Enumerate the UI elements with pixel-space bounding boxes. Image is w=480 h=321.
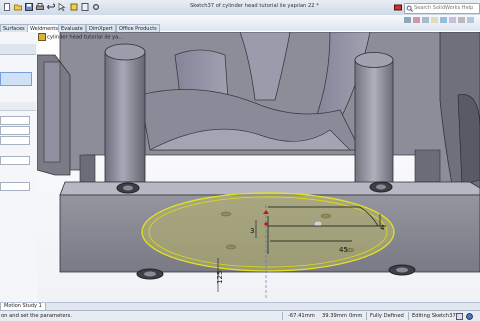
parameter-field-5[interactable] xyxy=(0,182,30,191)
panel-section-header[interactable] xyxy=(0,102,36,111)
search-help-field[interactable]: Search SolidWorks Help xyxy=(404,3,480,14)
search-placeholder: Search SolidWorks Help xyxy=(414,5,474,11)
feature-tree-flyout[interactable]: cylinder head tutorial ile ya... xyxy=(38,33,123,41)
file-properties-icon[interactable] xyxy=(81,3,89,11)
parameter-field-1[interactable] xyxy=(0,116,30,125)
view-toolbar-icons[interactable] xyxy=(404,16,476,24)
status-z-coordinate: 0mm xyxy=(349,313,363,319)
dimension-4: 4 xyxy=(380,224,385,232)
window-title: Sketch37 of cylinder head tutorial ile y… xyxy=(190,3,319,9)
parameter-field-4[interactable] xyxy=(0,156,30,165)
title-bar: Sketch37 of cylinder head tutorial ile y… xyxy=(0,0,480,16)
new-document-icon[interactable] xyxy=(3,3,11,11)
feature-tree-root[interactable]: cylinder head tutorial ile ya... xyxy=(47,35,123,41)
search-icon xyxy=(406,5,413,12)
status-separator xyxy=(366,312,367,320)
save-icon[interactable] xyxy=(25,3,33,11)
selection-box[interactable] xyxy=(0,72,32,86)
status-separator xyxy=(282,312,283,320)
parameter-field-2[interactable] xyxy=(0,126,30,135)
graphics-viewport[interactable]: 4 3 45 125 xyxy=(37,32,480,302)
part-icon xyxy=(38,33,46,41)
open-folder-icon[interactable] xyxy=(14,3,22,11)
rebuild-icon[interactable] xyxy=(70,3,78,11)
help-icon[interactable] xyxy=(466,313,473,320)
dimension-125: 125 xyxy=(216,271,224,284)
status-y-coordinate: 39.39mm xyxy=(322,313,347,319)
options-gear-icon[interactable] xyxy=(92,3,100,11)
command-tabs: Surfaces Weldments Evaluate DimXpert Off… xyxy=(0,24,160,33)
cylinder-head-model[interactable]: 4 3 45 125 xyxy=(37,32,480,302)
status-separator xyxy=(408,312,409,320)
select-arrow-icon[interactable] xyxy=(58,3,66,11)
property-manager-panel xyxy=(0,32,38,302)
dimension-45: 45 xyxy=(339,246,348,254)
rebuild-status-icon[interactable] xyxy=(456,313,463,320)
undo-icon[interactable] xyxy=(47,3,55,11)
status-sketch-state: Fully Defined xyxy=(370,313,404,319)
status-bar: on and set the parameters. -67.41mm 39.3… xyxy=(0,310,480,321)
print-icon[interactable] xyxy=(36,3,44,11)
toolbox-icon[interactable] xyxy=(394,3,402,11)
parameter-field-3[interactable] xyxy=(0,136,30,145)
status-editing: Editing Sketch37 xyxy=(412,313,456,319)
panel-header xyxy=(0,44,36,55)
dimension-3: 3 xyxy=(250,227,254,235)
status-x-coordinate: -67.41mm xyxy=(288,313,315,319)
status-prompt: on and set the parameters. xyxy=(1,313,72,319)
